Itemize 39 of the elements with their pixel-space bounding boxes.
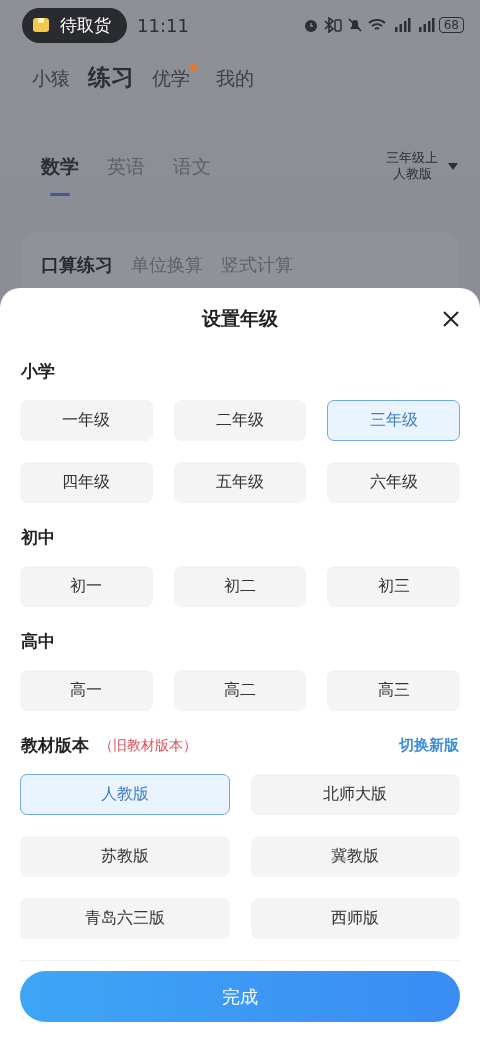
edition-note: （旧教材版本） — [99, 736, 197, 755]
edition-option[interactable]: 苏教版 — [20, 836, 230, 877]
pill-label: 待取货 — [60, 13, 111, 37]
edition-option[interactable]: 北师大版 — [250, 774, 460, 815]
section-heading: 初中 — [21, 526, 56, 549]
grade-option[interactable]: 初三 — [327, 566, 460, 607]
delivery-pill[interactable]: 待取货 — [22, 7, 127, 43]
subject-tab[interactable]: 数学 — [41, 154, 79, 196]
grade-option[interactable]: 一年级 — [20, 400, 153, 441]
close-icon[interactable] — [443, 311, 459, 327]
edition-option[interactable]: 西师版 — [250, 898, 460, 939]
section-heading: 教材版本 — [21, 734, 89, 757]
grade-option[interactable]: 初一 — [20, 566, 153, 607]
alarm-icon — [302, 17, 319, 33]
grade-option[interactable]: 高二 — [173, 670, 307, 711]
grade-option[interactable]: 二年级 — [173, 400, 307, 441]
grade-option[interactable]: 高三 — [327, 670, 460, 711]
edition-option[interactable]: 人教版 — [20, 774, 230, 815]
battery-level: 68 — [438, 17, 464, 33]
grade-option[interactable]: 五年级 — [173, 462, 307, 503]
section-heading: 高中 — [21, 630, 56, 653]
bluetooth-icon — [322, 17, 343, 33]
grade-selector[interactable]: 三年级上 人教版 — [386, 150, 458, 182]
grade-option[interactable]: 初二 — [173, 566, 307, 607]
grade-option[interactable]: 高一 — [20, 670, 153, 711]
sheet-title: 设置年级 — [202, 306, 278, 331]
grade-option[interactable]: 四年级 — [20, 462, 153, 503]
package-icon — [32, 17, 50, 33]
grade-option[interactable]: 六年级 — [327, 462, 460, 503]
practice-tab[interactable]: 口算练习 — [41, 254, 113, 276]
muted-bell-icon — [346, 17, 363, 33]
edition-option[interactable]: 冀教版 — [250, 836, 460, 877]
clock-time: 11:11 — [137, 14, 189, 36]
dropdown-caret-icon — [448, 162, 458, 170]
grade-option[interactable]: 三年级 — [327, 400, 460, 441]
edition-option[interactable]: 青岛六三版 — [20, 898, 230, 939]
section-heading: 小学 — [21, 360, 56, 383]
wifi-icon — [366, 17, 387, 33]
nav-tab[interactable]: 练习 — [88, 62, 134, 93]
